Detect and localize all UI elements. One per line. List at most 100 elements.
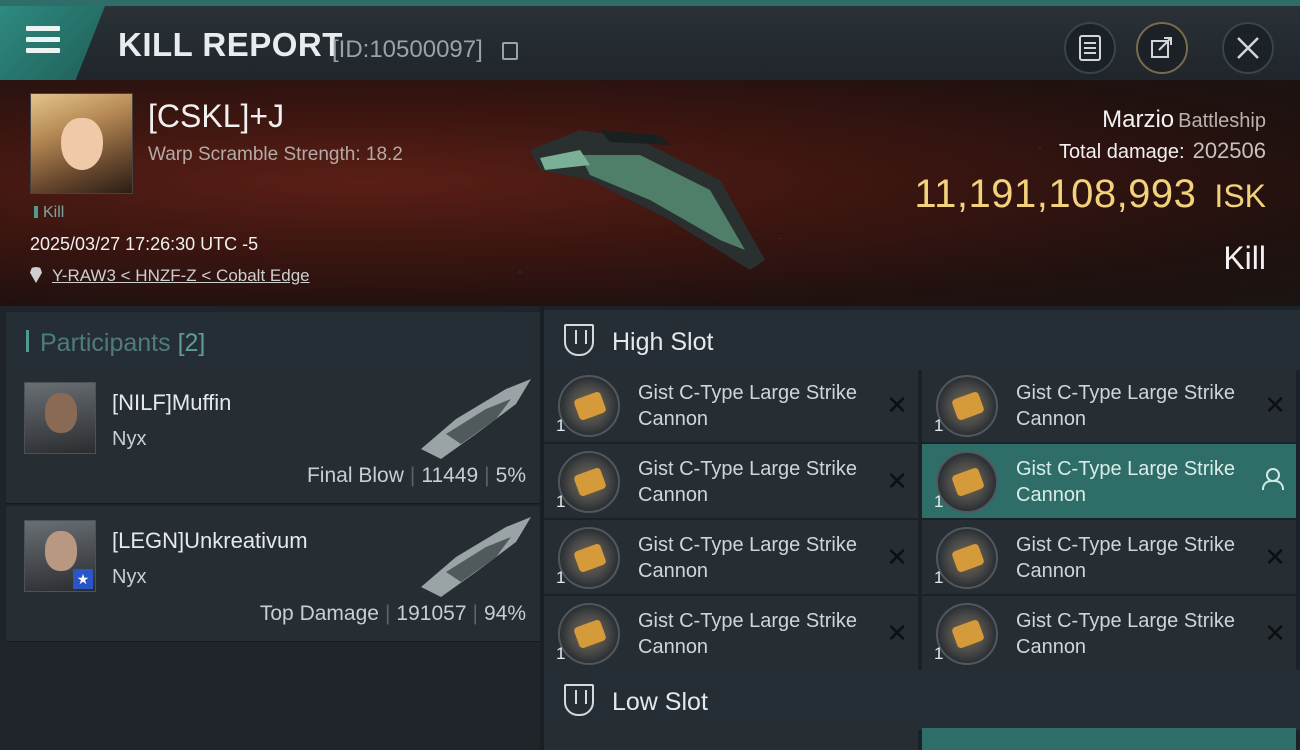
destroyed-x-icon: ✕ — [1264, 390, 1286, 420]
participant-avatar[interactable]: ★ — [24, 520, 96, 592]
menu-icon — [26, 26, 60, 54]
kill-location[interactable]: Y-RAW3 < HNZF-Z < Cobalt Edge — [30, 266, 310, 286]
high-slot-icon — [564, 324, 594, 356]
participant-row[interactable]: [NILF]Muffin Nyx Final Blow | 11449 | 5% — [6, 368, 540, 504]
isk-unit: ISK — [1214, 178, 1266, 214]
warp-scramble-strength: Warp Scramble Strength: 18.2 — [148, 144, 403, 165]
menu-button[interactable] — [0, 6, 105, 80]
cannon-icon — [936, 451, 998, 513]
close-icon — [1237, 37, 1259, 59]
victim-ship-name: Marzio — [1102, 106, 1175, 133]
report-button[interactable] — [1064, 22, 1116, 74]
victim-ship: Marzio Battleship — [1102, 106, 1266, 134]
participant-ship: Nyx — [112, 566, 147, 588]
kill-datetime: 2025/03/27 17:26:30 UTC -5 — [30, 234, 259, 254]
destroyed-x-icon: ✕ — [1264, 542, 1286, 572]
cannon-icon — [936, 375, 998, 437]
participant-ship-image — [421, 379, 531, 459]
participant-role: Top Damage — [259, 602, 379, 625]
module-item[interactable]: 1 Gist C-Type Large Strike Cannon ✕ — [922, 520, 1296, 594]
module-name: Gist C-Type Large Strike Cannon — [1016, 610, 1235, 658]
participant-ship: Nyx — [112, 428, 147, 450]
participants-header: Participants [2] — [6, 312, 540, 370]
star-badge-icon: ★ — [73, 569, 93, 589]
victim-name[interactable]: [CSKL]+J — [148, 98, 284, 135]
participant-role: Final Blow — [306, 464, 404, 487]
cannon-icon — [936, 603, 998, 665]
copy-icon[interactable] — [502, 42, 518, 60]
destroyed-x-icon: ✕ — [886, 542, 908, 572]
module-name: Gist C-Type Large Strike Cannon — [1016, 534, 1235, 582]
total-damage: Total damage: 202506 — [1059, 138, 1266, 164]
module-quantity: 1 — [934, 644, 944, 663]
module-quantity: 1 — [934, 492, 944, 511]
module-item[interactable]: 1 Gist C-Type Large Strike Cannon ✕ — [922, 368, 1296, 442]
module-item[interactable]: 1 Gist C-Type Large Strike Cannon ✕ — [544, 368, 918, 442]
module-name: Gist C-Type Large Strike Cannon — [1016, 382, 1235, 430]
high-slot-label: High Slot — [612, 328, 714, 356]
destroyed-x-icon: ✕ — [886, 618, 908, 648]
cannon-icon — [558, 603, 620, 665]
participant-stats: Final Blow | 11449 | 5% — [306, 464, 526, 487]
kill-tag: Kill — [34, 204, 64, 222]
location-path[interactable]: Y-RAW3 < HNZF-Z < Cobalt Edge — [52, 266, 310, 285]
total-damage-value: 202506 — [1192, 138, 1266, 163]
module-quantity: 1 — [934, 568, 944, 587]
participant-stats: Top Damage | 191057 | 94% — [259, 602, 526, 625]
total-damage-label: Total damage: — [1058, 141, 1185, 163]
isk-amount: 11,191,108,993 — [914, 172, 1197, 216]
victim-ship-image — [530, 130, 765, 270]
location-pin-icon — [30, 267, 42, 283]
victim-avatar[interactable] — [30, 93, 133, 194]
participant-name: [NILF]Muffin — [112, 390, 232, 415]
participant-percent: 5% — [495, 464, 526, 487]
module-quantity: 1 — [556, 492, 566, 511]
participant-row[interactable]: ★ [LEGN]Unkreativum Nyx Top Damage | 19105… — [6, 506, 540, 642]
fitting-panel: High Slot 1 Gist C-Type Large Strike Can… — [544, 306, 1300, 750]
participant-percent: 94% — [483, 602, 526, 625]
low-slot-icon — [564, 684, 594, 716]
module-name: Gist C-Type Large Strike Cannon — [638, 382, 857, 430]
module-quantity: 1 — [934, 416, 944, 435]
participants-count: [2] — [177, 329, 206, 357]
person-icon — [1262, 468, 1284, 490]
share-icon — [1151, 37, 1172, 58]
module-name: Gist C-Type Large Strike Cannon — [1016, 458, 1235, 506]
cannon-icon — [936, 527, 998, 589]
participants-panel: Participants [2] [NILF]Muffin Nyx Final … — [0, 306, 540, 750]
share-button[interactable] — [1136, 22, 1188, 74]
module-item[interactable] — [544, 728, 918, 750]
high-slot-header: High Slot — [544, 310, 1300, 370]
page-title: KILL REPORT — [118, 26, 343, 63]
participants-label: Participants — [40, 329, 171, 357]
participant-avatar[interactable] — [24, 382, 96, 454]
participant-damage: 191057 — [396, 602, 467, 625]
isk-value: 11,191,108,993 ISK — [914, 172, 1266, 217]
destroyed-x-icon: ✕ — [1264, 618, 1286, 648]
module-item[interactable]: 1 Gist C-Type Large Strike Cannon ✕ — [544, 596, 918, 670]
top-bar: KILL REPORT [ID:10500097] — [0, 0, 1300, 80]
module-item[interactable]: 1 Gist C-Type Large Strike Cannon — [922, 444, 1296, 518]
result-label: Kill — [1223, 240, 1266, 276]
participant-name: [LEGN]Unkreativum — [112, 528, 308, 553]
module-item[interactable] — [922, 728, 1296, 750]
cannon-icon — [558, 527, 620, 589]
module-quantity: 1 — [556, 644, 566, 663]
victim-ship-class: Battleship — [1178, 110, 1266, 132]
report-id: [ID:10500097] — [332, 36, 483, 63]
victim-banner: [CSKL]+J Warp Scramble Strength: 18.2 Ki… — [0, 80, 1300, 306]
module-item[interactable]: 1 Gist C-Type Large Strike Cannon ✕ — [922, 596, 1296, 670]
module-quantity: 1 — [556, 568, 566, 587]
module-name: Gist C-Type Large Strike Cannon — [638, 458, 857, 506]
cannon-icon — [558, 451, 620, 513]
module-item[interactable]: 1 Gist C-Type Large Strike Cannon ✕ — [544, 444, 918, 518]
module-name: Gist C-Type Large Strike Cannon — [638, 534, 857, 582]
module-item[interactable]: 1 Gist C-Type Large Strike Cannon ✕ — [544, 520, 918, 594]
destroyed-x-icon: ✕ — [886, 466, 908, 496]
report-icon — [1079, 35, 1101, 61]
low-slot-label: Low Slot — [612, 688, 708, 716]
participant-damage: 11449 — [421, 464, 479, 487]
destroyed-x-icon: ✕ — [886, 390, 908, 420]
close-button[interactable] — [1222, 22, 1274, 74]
module-quantity: 1 — [556, 416, 566, 435]
